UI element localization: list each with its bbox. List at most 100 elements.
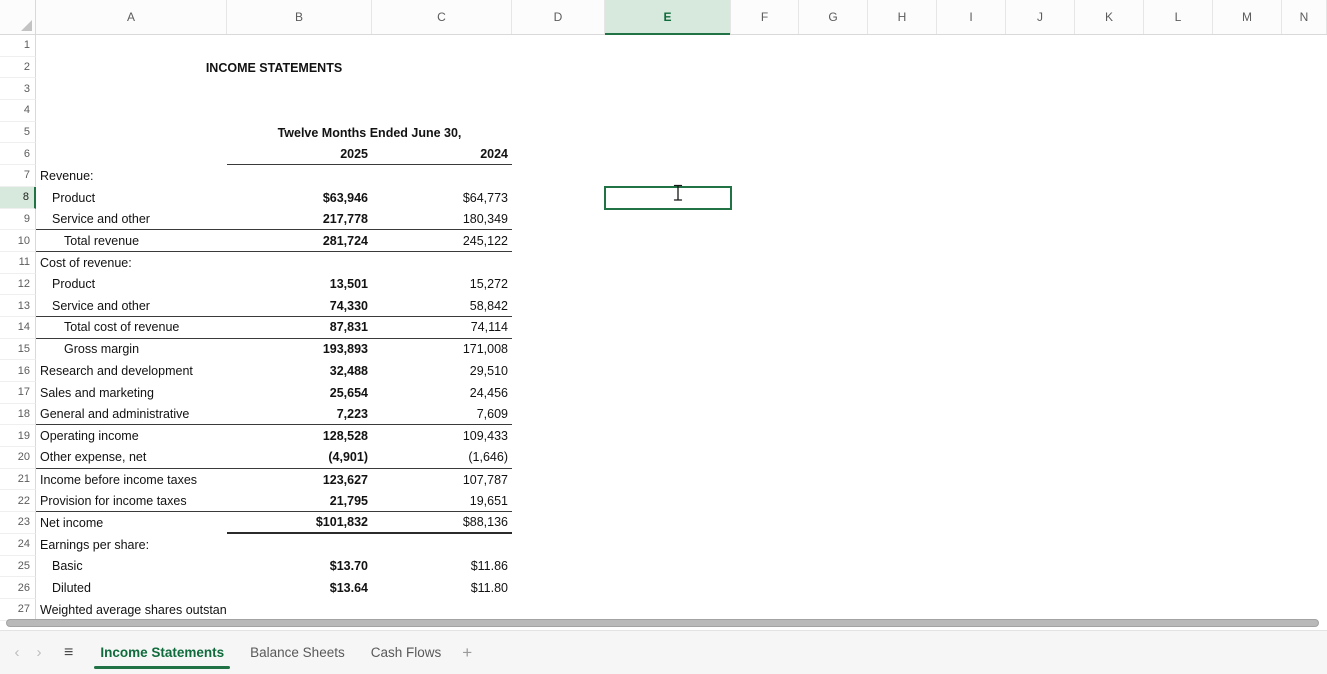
row-header-19[interactable]: 19 xyxy=(0,425,36,448)
row-header-15[interactable]: 15 xyxy=(0,338,36,361)
row-header-24[interactable]: 24 xyxy=(0,533,36,556)
cell-B10[interactable]: 281,724 xyxy=(227,230,372,252)
cell-A22[interactable]: Provision for income taxes xyxy=(36,490,227,513)
cell-B12[interactable]: 13,501 xyxy=(227,274,372,296)
tab-income-statements[interactable]: Income Statements xyxy=(87,631,237,674)
column-header-E[interactable]: E xyxy=(605,0,731,35)
cell-C7[interactable] xyxy=(372,165,512,187)
sheet-list-menu-icon[interactable]: ≡ xyxy=(64,644,73,661)
cell-C26[interactable]: $11.80 xyxy=(372,577,512,599)
cell-C14[interactable]: 74,114 xyxy=(372,317,512,339)
cell-A15[interactable]: Gross margin xyxy=(36,339,227,361)
cell-C18[interactable]: 7,609 xyxy=(372,404,512,426)
row-header-5[interactable]: 5 xyxy=(0,121,36,144)
cell-B24[interactable] xyxy=(227,534,372,556)
cell-A3[interactable] xyxy=(36,78,227,100)
row-header-23[interactable]: 23 xyxy=(0,512,36,534)
cell-C11[interactable] xyxy=(372,252,512,274)
cell-A23[interactable]: Net income xyxy=(36,512,227,534)
cell-A5[interactable] xyxy=(36,122,227,144)
cell-A1[interactable] xyxy=(36,35,227,57)
tab-balance-sheets[interactable]: Balance Sheets xyxy=(237,631,358,674)
cell-A6[interactable] xyxy=(36,143,227,165)
cell-C24[interactable] xyxy=(372,534,512,556)
row-header-12[interactable]: 12 xyxy=(0,273,36,296)
column-header-L[interactable]: L xyxy=(1144,0,1213,34)
cell-B5[interactable]: Twelve Months Ended June 30, xyxy=(227,122,512,144)
cell-B16[interactable]: 32,488 xyxy=(227,360,372,382)
cell-A8[interactable]: Product xyxy=(36,187,227,209)
cell-B2[interactable]: INCOME STATEMENTS xyxy=(36,57,512,79)
row-header-1[interactable]: 1 xyxy=(0,35,36,57)
row-header-14[interactable]: 14 xyxy=(0,316,36,339)
column-header-I[interactable]: I xyxy=(937,0,1006,34)
cell-C1[interactable] xyxy=(372,35,512,57)
cell-A20[interactable]: Other expense, net xyxy=(36,447,227,469)
prev-sheet-button[interactable]: ‹ xyxy=(6,645,28,660)
cell-C13[interactable]: 58,842 xyxy=(372,295,512,317)
cell-C3[interactable] xyxy=(372,78,512,100)
cell-C22[interactable]: 19,651 xyxy=(372,490,512,513)
next-sheet-button[interactable]: › xyxy=(28,645,50,660)
cell-B19[interactable]: 128,528 xyxy=(227,425,372,447)
column-header-M[interactable]: M xyxy=(1213,0,1282,34)
cell-B7[interactable] xyxy=(227,165,372,187)
cell-B6[interactable]: 2025 xyxy=(227,143,372,166)
row-header-3[interactable]: 3 xyxy=(0,78,36,101)
column-header-A[interactable]: A xyxy=(36,0,227,34)
cell-C21[interactable]: 107,787 xyxy=(372,469,512,491)
cell-A14[interactable]: Total cost of revenue xyxy=(36,317,227,339)
row-header-10[interactable]: 10 xyxy=(0,230,36,252)
cell-B3[interactable] xyxy=(227,78,372,100)
select-all-button[interactable] xyxy=(0,0,36,34)
cell-A16[interactable]: Research and development xyxy=(36,360,227,382)
cell-B13[interactable]: 74,330 xyxy=(227,295,372,317)
cell-C23[interactable]: $88,136 xyxy=(372,512,512,534)
column-header-J[interactable]: J xyxy=(1006,0,1075,34)
column-header-B[interactable]: B xyxy=(227,0,372,34)
row-header-20[interactable]: 20 xyxy=(0,447,36,469)
row-header-8[interactable]: 8 xyxy=(0,186,36,209)
row-header-17[interactable]: 17 xyxy=(0,382,36,404)
cell-C10[interactable]: 245,122 xyxy=(372,230,512,252)
column-header-F[interactable]: F xyxy=(731,0,799,34)
cell-B23[interactable]: $101,832 xyxy=(227,512,372,534)
cell-B22[interactable]: 21,795 xyxy=(227,490,372,513)
row-header-22[interactable]: 22 xyxy=(0,490,36,513)
row-header-25[interactable]: 25 xyxy=(0,555,36,578)
cell-C15[interactable]: 171,008 xyxy=(372,339,512,361)
row-header-7[interactable]: 7 xyxy=(0,165,36,187)
cell-A9[interactable]: Service and other xyxy=(36,209,227,231)
row-header-18[interactable]: 18 xyxy=(0,403,36,426)
cell-A21[interactable]: Income before income taxes xyxy=(36,469,227,491)
cell-A24[interactable]: Earnings per share: xyxy=(36,534,227,556)
cell-C12[interactable]: 15,272 xyxy=(372,274,512,296)
cell-A17[interactable]: Sales and marketing xyxy=(36,382,227,404)
cell-A4[interactable] xyxy=(36,100,227,122)
column-header-K[interactable]: K xyxy=(1075,0,1144,34)
cell-A13[interactable]: Service and other xyxy=(36,295,227,317)
cell-A12[interactable]: Product xyxy=(36,274,227,296)
cell-B20[interactable]: (4,901) xyxy=(227,447,372,469)
column-header-D[interactable]: D xyxy=(512,0,605,34)
row-header-6[interactable]: 6 xyxy=(0,143,36,166)
column-header-G[interactable]: G xyxy=(799,0,868,34)
cell-A18[interactable]: General and administrative xyxy=(36,404,227,426)
cell-B18[interactable]: 7,223 xyxy=(227,404,372,426)
cell-C19[interactable]: 109,433 xyxy=(372,425,512,447)
cell-A10[interactable]: Total revenue xyxy=(36,230,227,252)
cell-B11[interactable] xyxy=(227,252,372,274)
row-header-13[interactable]: 13 xyxy=(0,295,36,317)
column-header-H[interactable]: H xyxy=(868,0,937,34)
column-header-N[interactable]: N xyxy=(1282,0,1327,34)
row-header-9[interactable]: 9 xyxy=(0,208,36,231)
row-header-21[interactable]: 21 xyxy=(0,468,36,491)
cell-C6[interactable]: 2024 xyxy=(372,143,512,166)
row-header-16[interactable]: 16 xyxy=(0,360,36,382)
cell-B8[interactable]: $63,946 xyxy=(227,187,372,209)
add-sheet-button[interactable]: + xyxy=(462,644,472,661)
cell-B25[interactable]: $13.70 xyxy=(227,556,372,578)
cell-B17[interactable]: 25,654 xyxy=(227,382,372,404)
cell-B15[interactable]: 193,893 xyxy=(227,339,372,361)
cell-C8[interactable]: $64,773 xyxy=(372,187,512,209)
